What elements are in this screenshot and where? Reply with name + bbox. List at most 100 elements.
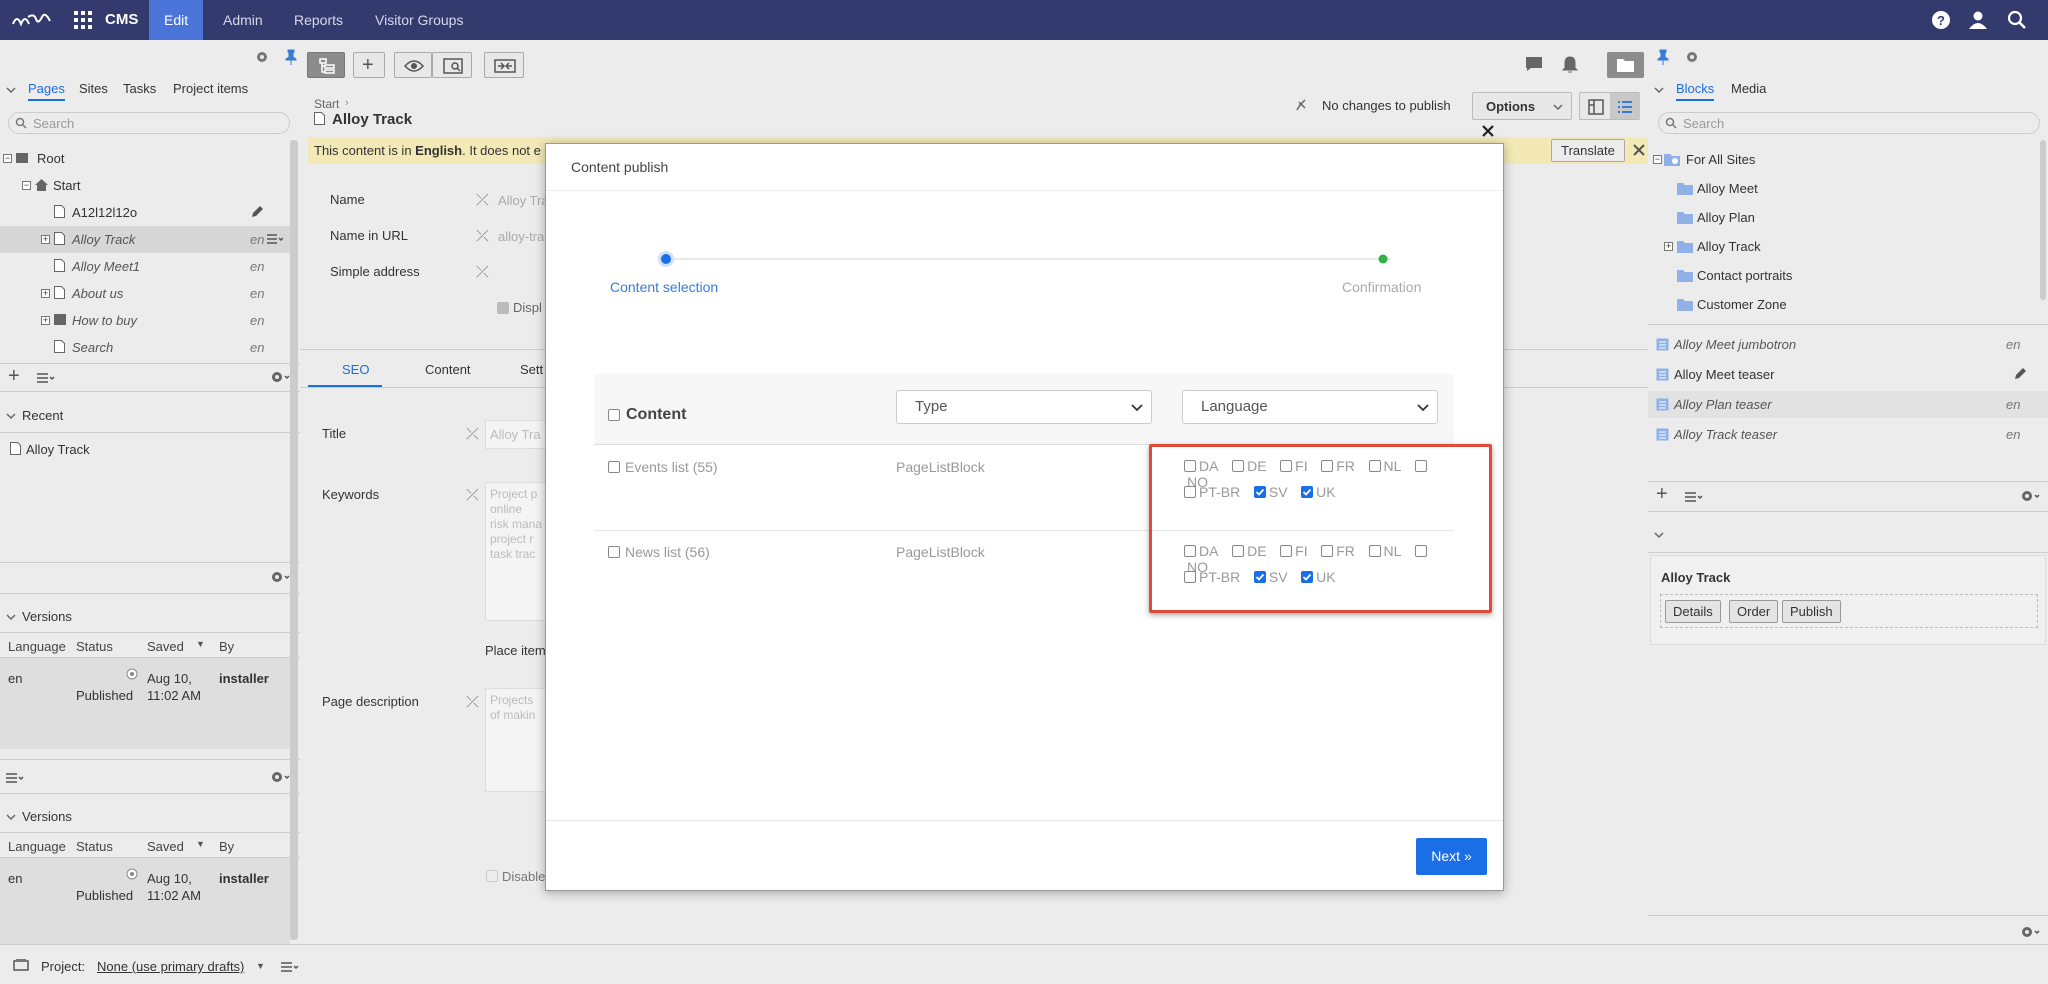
compare-button[interactable] xyxy=(484,52,524,78)
close-icon[interactable] xyxy=(1482,125,1494,137)
search-icon[interactable] xyxy=(2007,10,2027,30)
col-by[interactable]: By xyxy=(219,839,234,854)
block-item[interactable]: Alloy Plan teaser en xyxy=(1648,391,2048,418)
pages-search[interactable]: Search xyxy=(8,112,290,134)
row-checkbox[interactable] xyxy=(608,546,620,558)
gear-icon[interactable] xyxy=(2020,925,2040,939)
page-tree-toggle-button[interactable] xyxy=(307,52,345,78)
col-language[interactable]: Language xyxy=(8,839,66,854)
view-mode-switch[interactable] xyxy=(1579,92,1640,120)
col-by[interactable]: By xyxy=(219,639,234,654)
add-content-button[interactable]: + xyxy=(353,52,385,78)
episerver-logo[interactable] xyxy=(10,9,54,31)
tab-sites[interactable]: Sites xyxy=(79,81,108,96)
version-row[interactable]: en Published Aug 10, 11:02 AM installer xyxy=(0,858,290,949)
block-item[interactable]: Alloy Track teaser en xyxy=(1648,421,2048,448)
tree-item-search[interactable]: Search en xyxy=(0,334,290,361)
context-menu-icon[interactable] xyxy=(267,234,283,244)
translate-button[interactable]: Translate xyxy=(1551,139,1625,162)
blocks-search[interactable]: Search xyxy=(1658,112,2040,134)
tab-blocks[interactable]: Blocks xyxy=(1676,81,1715,101)
view-settings-button[interactable] xyxy=(432,52,472,78)
tree-item-root[interactable]: − Root xyxy=(0,145,290,172)
list-menu-icon[interactable] xyxy=(37,373,55,383)
project-select[interactable]: None (use primary drafts) xyxy=(97,959,244,974)
tab-pages[interactable]: Pages xyxy=(28,81,65,101)
field-name-value[interactable]: Alloy Tra xyxy=(498,193,549,208)
pin-icon[interactable] xyxy=(284,49,298,65)
chevron-down-icon[interactable] xyxy=(6,813,16,821)
block-item[interactable]: Alloy Meet jumbotron en xyxy=(1648,331,2048,358)
col-status[interactable]: Status xyxy=(76,639,113,654)
chevron-down-icon[interactable] xyxy=(6,86,16,94)
select-all-checkbox[interactable] xyxy=(608,409,620,421)
folder-alloy-meet[interactable]: Alloy Meet xyxy=(1648,175,2038,202)
tree-item-about-us[interactable]: + About us en xyxy=(0,280,290,307)
tree-item-how-to-buy[interactable]: + How to buy en xyxy=(0,307,290,334)
breadcrumb[interactable]: Start xyxy=(314,97,339,111)
gear-icon[interactable] xyxy=(270,570,290,584)
edit-pencil-icon[interactable] xyxy=(250,205,264,219)
list-menu-icon[interactable] xyxy=(281,962,299,972)
list-menu-icon[interactable] xyxy=(1685,492,1703,502)
chevron-down-icon[interactable] xyxy=(6,412,16,420)
comment-icon[interactable] xyxy=(1525,56,1543,72)
folder-alloy-plan[interactable]: Alloy Plan xyxy=(1648,204,2038,231)
tab-settings[interactable]: Sett xyxy=(520,362,543,377)
type-select[interactable]: Type xyxy=(896,390,1152,424)
language-select[interactable]: Language xyxy=(1182,390,1438,424)
folder-contact-portraits[interactable]: Contact portraits xyxy=(1648,262,2038,289)
chevron-down-icon[interactable] xyxy=(6,613,16,621)
nav-admin[interactable]: Admin xyxy=(208,0,278,40)
add-icon[interactable]: + xyxy=(8,365,20,388)
col-saved[interactable]: Saved xyxy=(147,639,184,654)
details-button[interactable]: Details xyxy=(1665,600,1721,623)
recent-item[interactable]: Alloy Track xyxy=(26,442,90,457)
all-properties-icon[interactable] xyxy=(1617,99,1633,115)
col-status[interactable]: Status xyxy=(76,839,113,854)
nav-visitor-groups[interactable]: Visitor Groups xyxy=(360,0,478,40)
tree-item-start[interactable]: − Start xyxy=(0,172,290,199)
list-menu-icon[interactable] xyxy=(6,773,24,783)
folder-alloy-track[interactable]: + Alloy Track xyxy=(1648,233,2038,260)
options-button[interactable]: Options xyxy=(1472,92,1572,120)
tree-item-alloy-meet1[interactable]: Alloy Meet1 en xyxy=(0,253,290,280)
row-checkbox[interactable] xyxy=(608,461,620,473)
bell-icon[interactable] xyxy=(1562,56,1578,74)
tab-media[interactable]: Media xyxy=(1731,81,1766,96)
help-icon[interactable]: ? xyxy=(1931,10,1951,30)
gear-icon[interactable] xyxy=(270,370,290,384)
onpage-edit-icon[interactable] xyxy=(1588,99,1604,115)
order-button[interactable]: Order xyxy=(1729,600,1779,623)
gear-icon[interactable] xyxy=(2020,489,2040,503)
field-url-value[interactable]: alloy-tra xyxy=(498,229,544,244)
publish-button[interactable]: Publish xyxy=(1782,600,1841,623)
apps-grid-icon[interactable] xyxy=(74,11,92,29)
tree-item-a12[interactable]: A12l12l12o xyxy=(0,199,290,226)
pin-icon[interactable] xyxy=(1656,49,1670,65)
next-button[interactable]: Next » xyxy=(1416,838,1487,875)
col-language[interactable]: Language xyxy=(8,639,66,654)
disable-checkbox[interactable] xyxy=(486,870,498,882)
gear-icon[interactable] xyxy=(270,770,290,784)
add-icon[interactable]: + xyxy=(1656,483,1668,506)
gear-icon[interactable] xyxy=(254,49,270,65)
block-item[interactable]: Alloy Meet teaser xyxy=(1648,361,2048,388)
tab-tasks[interactable]: Tasks xyxy=(123,81,156,96)
folders-scrollbar[interactable] xyxy=(2040,140,2046,300)
tab-seo[interactable]: SEO xyxy=(342,362,369,377)
nav-edit[interactable]: Edit xyxy=(149,0,204,40)
folder-for-all-sites[interactable]: − For All Sites xyxy=(1648,146,2038,173)
tab-content[interactable]: Content xyxy=(425,362,471,377)
display-checkbox[interactable] xyxy=(497,302,509,314)
col-saved[interactable]: Saved xyxy=(147,839,184,854)
caret-down-icon[interactable]: ▼ xyxy=(256,961,265,971)
version-row[interactable]: en Published Aug 10, 11:02 AM installer xyxy=(0,658,290,749)
close-icon[interactable] xyxy=(1633,144,1645,156)
chevron-down-icon[interactable] xyxy=(1654,86,1664,94)
tab-project-items[interactable]: Project items xyxy=(173,81,248,96)
left-scrollbar[interactable] xyxy=(290,140,298,940)
user-icon[interactable] xyxy=(1968,10,1988,30)
assets-toggle-button[interactable] xyxy=(1607,52,1644,78)
chevron-down-icon[interactable] xyxy=(1654,531,1664,539)
